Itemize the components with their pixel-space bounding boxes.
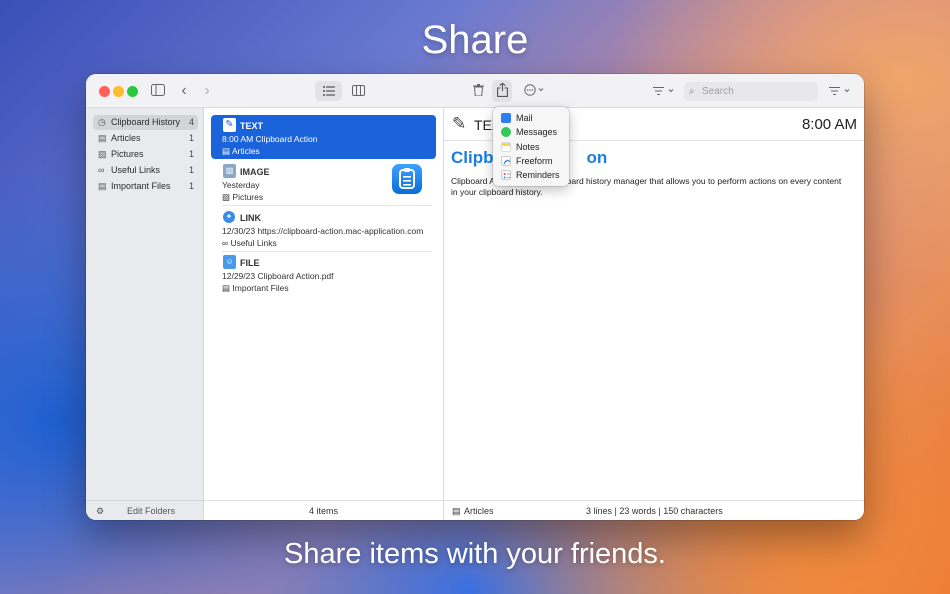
- sort-menu-icon[interactable]: [828, 81, 854, 101]
- share-messages[interactable]: Messages: [501, 125, 557, 139]
- share-icon[interactable]: [492, 80, 512, 102]
- share-mail[interactable]: Mail: [501, 111, 533, 125]
- headline: Share: [421, 18, 529, 62]
- app-window: ‹ › ⌕ Search ◷ Clipboard History 4 ▤ Art…: [86, 74, 864, 520]
- list-item-text[interactable]: ✎ TEXT 8:00 AM Clipboard Action ▤ Articl…: [211, 115, 436, 159]
- document-icon: ▤: [98, 133, 107, 143]
- sidebar-item-important-files[interactable]: ▤ Important Files 1: [93, 179, 198, 194]
- toolbar: ‹ › ⌕ Search: [86, 74, 864, 108]
- search-icon: ⌕: [689, 86, 695, 97]
- item-detail: 12/30/23 https://clipboard-action.mac-ap…: [222, 226, 424, 236]
- compass-icon: ✦: [223, 211, 235, 223]
- sidebar-item-label: Articles: [111, 133, 141, 143]
- footer-stats: 3 lines | 23 words | 150 characters: [586, 506, 723, 516]
- notes-icon: [501, 142, 511, 152]
- sidebar-item-label: Useful Links: [111, 165, 161, 175]
- messages-icon: [501, 127, 511, 137]
- tagline: Share items with your friends.: [284, 538, 666, 570]
- trash-icon[interactable]: [470, 81, 486, 101]
- photo-icon: ▨: [222, 192, 231, 202]
- item-detail: 8:00 AM Clipboard Action: [222, 134, 318, 144]
- document-icon: ▤: [452, 506, 461, 516]
- zoom-window-button[interactable]: [127, 86, 138, 97]
- item-list: ✎ TEXT 8:00 AM Clipboard Action ▤ Articl…: [204, 108, 444, 520]
- text-clip-icon: ✎: [452, 114, 467, 133]
- minimize-window-button[interactable]: [113, 86, 124, 97]
- forward-chevron-icon[interactable]: ›: [199, 81, 215, 101]
- edit-folders-button[interactable]: Edit Folders: [127, 501, 175, 520]
- sidebar-item-count: 1: [188, 133, 194, 143]
- item-folder: ∞ Useful Links: [222, 238, 277, 248]
- close-window-button[interactable]: [99, 86, 110, 97]
- sidebar-item-pictures[interactable]: ▨ Pictures 1: [93, 147, 198, 162]
- item-kind: IMAGE: [240, 167, 270, 177]
- link-icon: ∞: [222, 238, 229, 248]
- share-freeform[interactable]: Freeform: [501, 154, 553, 168]
- detail-footer: ▤ Articles 3 lines | 23 words | 150 char…: [444, 500, 864, 520]
- item-detail: 12/29/23 Clipboard Action.pdf: [222, 271, 334, 281]
- app-icon-thumbnail: [392, 164, 422, 194]
- item-folder: ▤ Articles: [222, 146, 260, 156]
- gear-icon[interactable]: ⚙: [96, 501, 104, 520]
- back-chevron-icon[interactable]: ‹: [176, 81, 192, 101]
- list-footer: 4 items: [204, 500, 443, 520]
- search-placeholder: Search: [702, 86, 734, 97]
- finder-icon: ☺: [223, 255, 236, 269]
- link-icon: ∞: [98, 165, 105, 175]
- sidebar-item-label: Important Files: [111, 181, 171, 191]
- sidebar-item-count: 1: [188, 149, 194, 159]
- footer-folder: Articles: [464, 506, 494, 516]
- list-item-image[interactable]: ▨ IMAGE Yesterday ▨ Pictures: [211, 161, 436, 206]
- search-input[interactable]: ⌕ Search: [684, 82, 818, 101]
- sidebar-item-count: 4: [188, 117, 194, 127]
- item-detail: Yesterday: [222, 180, 260, 190]
- sidebar-item-articles[interactable]: ▤ Articles 1: [93, 131, 198, 146]
- sidebar-item-clipboard-history[interactable]: ◷ Clipboard History 4: [93, 115, 198, 130]
- share-notes[interactable]: Notes: [501, 140, 540, 154]
- detail-time: 8:00 AM: [801, 116, 857, 133]
- reminders-icon: [501, 170, 511, 180]
- item-folder: ▤ Important Files: [222, 283, 289, 293]
- sidebar-footer: ⚙ Edit Folders: [86, 500, 203, 520]
- sidebar-item-count: 1: [188, 181, 194, 191]
- share-menu: Mail Messages Notes Freeform Reminders: [493, 107, 569, 186]
- item-folder: ▨ Pictures: [222, 192, 264, 202]
- photo-icon: ▨: [98, 149, 107, 159]
- sidebar-item-useful-links[interactable]: ∞ Useful Links 1: [93, 163, 198, 178]
- clock-icon: ◷: [98, 117, 106, 127]
- document-icon: ▤: [222, 146, 231, 156]
- text-clip-icon: ✎: [223, 118, 236, 132]
- filter-menu-icon[interactable]: [652, 81, 678, 101]
- image-clip-icon: ▨: [223, 164, 236, 178]
- document-icon: ▤: [222, 283, 231, 293]
- item-kind: LINK: [240, 213, 261, 223]
- sidebar-toggle-icon[interactable]: [148, 81, 168, 101]
- list-item-file[interactable]: ☺ FILE 12/29/23 Clipboard Action.pdf ▤ I…: [211, 252, 436, 297]
- sidebar-item-label: Pictures: [111, 149, 144, 159]
- list-view-icon[interactable]: [315, 81, 342, 101]
- sidebar-item-count: 1: [188, 165, 194, 175]
- share-reminders[interactable]: Reminders: [501, 168, 560, 182]
- sidebar: ◷ Clipboard History 4 ▤ Articles 1 ▨ Pic…: [86, 108, 204, 520]
- item-kind: TEXT: [240, 121, 264, 131]
- freeform-icon: [501, 156, 511, 166]
- sidebar-item-label: Clipboard History: [111, 117, 181, 127]
- item-kind: FILE: [240, 258, 260, 268]
- more-actions-icon[interactable]: [522, 81, 548, 101]
- mail-icon: [501, 113, 511, 123]
- document-icon: ▤: [98, 181, 107, 191]
- column-view-icon[interactable]: [347, 81, 369, 101]
- list-item-link[interactable]: ✦ LINK 12/30/23 https://clipboard-action…: [211, 207, 436, 252]
